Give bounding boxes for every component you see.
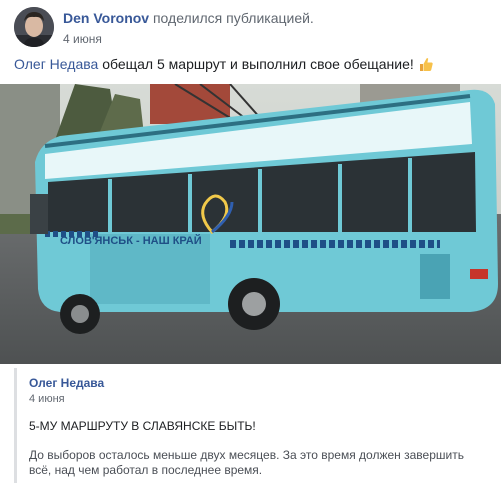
mention-link[interactable]: Олег Недава: [14, 56, 98, 72]
shared-headline: 5-МУ МАРШРУТУ В СЛАВЯНСКЕ БЫТЬ!: [29, 419, 256, 433]
post-header: Den Voronov поделился публикацией.: [63, 10, 314, 26]
post-timestamp[interactable]: 4 июня: [63, 32, 102, 46]
shared-post[interactable]: Олег Недава 4 июня 5-МУ МАРШРУТУ В СЛАВЯ…: [14, 368, 501, 483]
post-message: обещал 5 маршрут и выполнил свое обещани…: [102, 56, 414, 72]
post-text: Олег Недава обещал 5 маршрут и выполнил …: [14, 56, 434, 75]
feed-post: Den Voronov поделился публикацией. 4 июн…: [0, 0, 501, 483]
user-photo: [14, 7, 54, 47]
thumbs-up-icon: [418, 56, 434, 75]
avatar[interactable]: [14, 7, 54, 47]
post-photo[interactable]: СЛОВ'ЯНСЬК - НАШ КРАЙ: [0, 84, 501, 364]
shared-author-name[interactable]: Олег Недава: [29, 376, 104, 390]
shared-body: До выборов осталось меньше двух месяцев.…: [29, 448, 464, 477]
trolleybus-photo: СЛОВ'ЯНСЬК - НАШ КРАЙ: [0, 84, 501, 364]
author-name[interactable]: Den Voronov: [63, 10, 149, 26]
share-action-text: поделился публикацией.: [152, 10, 314, 26]
shared-timestamp[interactable]: 4 июня: [29, 393, 65, 405]
